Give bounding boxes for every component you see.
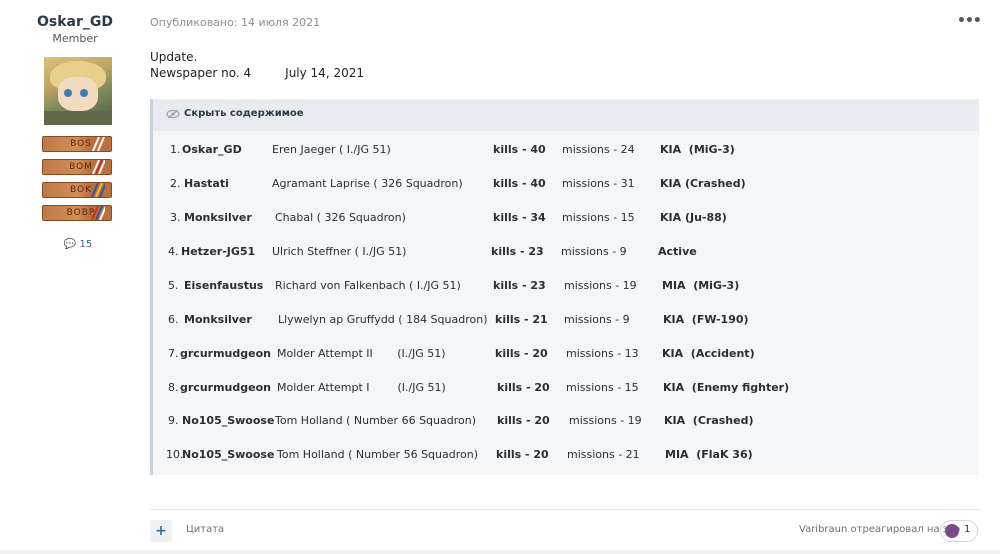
roster-kills: kills - 20 — [497, 414, 550, 427]
roster-nick: Monksilver — [184, 313, 252, 326]
roster-row: 7. grcurmudgeon Molder Attempt II (I./JG 5… — [153, 347, 979, 367]
roster-kills: kills - 20 — [495, 347, 548, 360]
roster-row: 8. grcurmudgeon Molder Attempt I (I./JG 51… — [153, 381, 979, 401]
roster-pilot: Tom Holland ( Number 56 Squadron) — [277, 448, 478, 461]
roster-num: 1. — [170, 143, 181, 156]
author-name[interactable]: Oskar_GD — [10, 14, 140, 30]
roster-row: 1. Oskar_GD Eren Jaeger ( I./JG 51) kills -… — [153, 143, 979, 163]
roster-num: 3. — [170, 211, 181, 224]
post-date[interactable]: Опубликовано: 14 июля 2021 — [150, 16, 320, 29]
quote-button[interactable]: Цитата — [186, 524, 224, 535]
badge-bos[interactable]: BOS — [42, 136, 112, 152]
roster-missions: missions - 31 — [562, 177, 635, 190]
reaction-icon — [945, 524, 959, 538]
roster-nick: Eisenfaustus — [184, 279, 264, 292]
reaction-summary[interactable]: Varibraun отреагировал на это — [799, 524, 960, 535]
spoiler-block: Скрыть содержимое 1. Oskar_GD Eren Jaeger … — [150, 99, 979, 475]
spoiler-toggle[interactable]: Скрыть содержимое — [153, 99, 979, 131]
roster-num: 8. — [168, 381, 179, 394]
roster-num: 2. — [170, 177, 181, 190]
roster-row: 10. No105_Swoose Tom Holland ( Number 56 S… — [153, 448, 979, 468]
roster-missions: missions - 19 — [564, 279, 637, 292]
roster-missions: missions - 9 — [564, 313, 630, 326]
multiquote-button[interactable]: + — [150, 520, 172, 542]
roster-missions: missions - 21 — [567, 448, 640, 461]
roster-kills: kills - 40 — [493, 143, 546, 156]
roster-pilot: Agramant Laprise ( 326 Squadron) — [272, 177, 463, 190]
roster-row: 6. Monksilver Llywelyn ap Gruffydd ( 184 S… — [153, 313, 979, 333]
roster-kills: kills - 21 — [495, 313, 548, 326]
post-text-line-1: Update. — [150, 50, 198, 64]
roster-kills: kills - 23 — [491, 245, 544, 258]
roster-status: KIA (Crashed) — [664, 414, 754, 427]
roster-num: 7. — [168, 347, 179, 360]
roster-kills: kills - 34 — [493, 211, 546, 224]
roster-status: KIA (Accident) — [662, 347, 755, 360]
roster-missions: missions - 13 — [566, 347, 639, 360]
roster-num: 9. — [168, 414, 179, 427]
roster-num: 5. — [168, 279, 179, 292]
author-role: Member — [52, 32, 98, 45]
roster-num: 6. — [168, 313, 179, 326]
roster-status: KIA (Ju-88) — [660, 211, 727, 224]
roster-nick: No105_Swoose — [182, 448, 275, 461]
avatar[interactable] — [44, 57, 112, 125]
roster-pilot: Richard von Falkenbach ( I./JG 51) — [275, 279, 461, 292]
badge-bobp[interactable]: BOBP — [42, 205, 112, 221]
roster-nick: Hetzer-JG51 — [181, 245, 256, 258]
roster-missions: missions - 24 — [562, 143, 635, 156]
post-menu-icon[interactable]: ••• — [957, 13, 982, 29]
roster-kills: kills - 40 — [493, 177, 546, 190]
badge-bok[interactable]: BOK — [42, 182, 112, 198]
roster-nick: Monksilver — [184, 211, 252, 224]
roster-pilot: Chabal ( 326 Squadron) — [275, 211, 406, 224]
roster-status: KIA (MiG-3) — [660, 143, 735, 156]
footer-divider — [150, 509, 979, 510]
roster-status: KIA (Crashed) — [660, 177, 746, 190]
roster-missions: missions - 15 — [566, 381, 639, 394]
roster-status: Active — [658, 245, 697, 258]
post-text-line-2: Newspaper no. 4 July 14, 2021 — [150, 66, 364, 80]
reaction-count: 1 — [964, 524, 971, 535]
roster-kills: kills - 23 — [493, 279, 546, 292]
page-bottom-border — [0, 550, 1000, 554]
roster-missions: missions - 9 — [561, 245, 627, 258]
roster-pilot: Molder Attempt II (I./JG 51) — [277, 347, 446, 360]
roster-pilot: Tom Holland ( Number 66 Squadron) — [275, 414, 476, 427]
roster-nick: grcurmudgeon — [180, 347, 271, 360]
roster-nick: No105_Swoose — [182, 414, 275, 427]
roster-row: 2. Hastati Agramant Laprise ( 326 Squadron… — [153, 177, 979, 197]
eye-slash-icon — [166, 109, 180, 119]
roster-num: 4. — [168, 245, 179, 258]
roster-row: 9. No105_Swoose Tom Holland ( Number 66 Sq… — [153, 414, 979, 434]
roster-kills: kills - 20 — [496, 448, 549, 461]
spoiler-label: Скрыть содержимое — [184, 108, 304, 119]
badge-bom[interactable]: BOM — [42, 159, 112, 175]
roster-pilot: Eren Jaeger ( I./JG 51) — [272, 143, 391, 156]
roster-pilot: Llywelyn ap Gruffydd ( 184 Squadron) — [278, 313, 488, 326]
reaction-button[interactable]: 1 — [940, 520, 978, 542]
roster-kills: kills - 20 — [497, 381, 550, 394]
roster-row: 4. Hetzer-JG51 Ulrich Steffner ( I./JG 51)… — [153, 245, 979, 265]
post-count[interactable]: 💬 15 — [60, 239, 96, 250]
roster-nick: Hastati — [184, 177, 229, 190]
roster-status: KIA (Enemy fighter) — [663, 381, 790, 394]
roster-nick: Oskar_GD — [182, 143, 242, 156]
roster-row: 3. Monksilver Chabal ( 326 Squadron) kills … — [153, 211, 979, 231]
roster-status: MIA (MiG-3) — [662, 279, 740, 292]
roster-pilot: Ulrich Steffner ( I./JG 51) — [272, 245, 407, 258]
roster-num: 10. — [166, 448, 184, 461]
roster-missions: missions - 19 — [569, 414, 642, 427]
comment-icon: 💬 — [63, 239, 77, 250]
roster-nick: grcurmudgeon — [180, 381, 271, 394]
roster-pilot: Molder Attempt I (I./JG 51) — [277, 381, 446, 394]
roster-status: MIA (FlaK 36) — [665, 448, 753, 461]
roster-status: KIA (FW-190) — [663, 313, 749, 326]
roster-missions: missions - 15 — [562, 211, 635, 224]
roster-row: 5. Eisenfaustus Richard von Falkenbach ( I… — [153, 279, 979, 299]
